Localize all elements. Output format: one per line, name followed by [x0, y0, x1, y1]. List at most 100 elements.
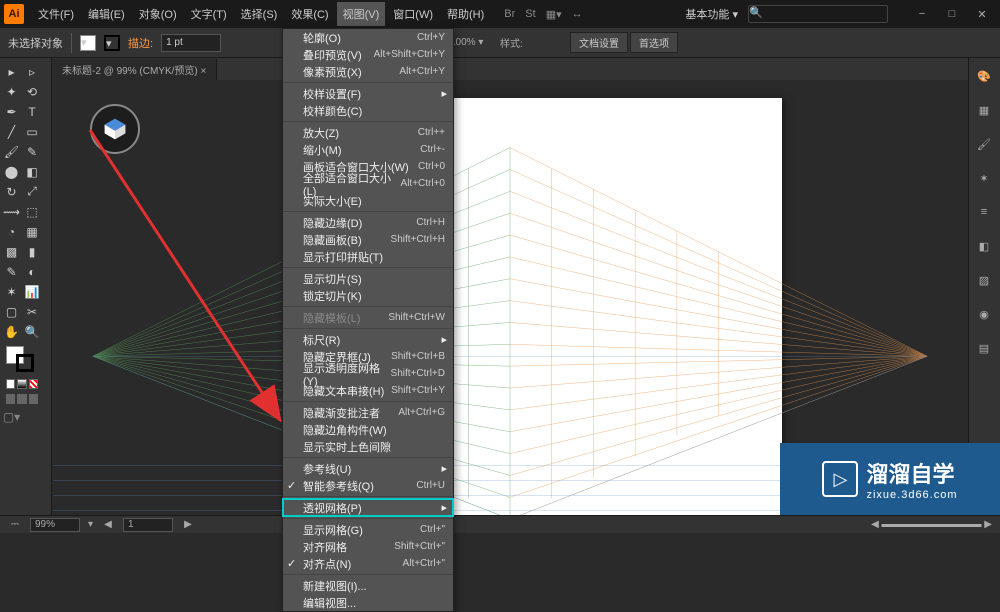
nav-next[interactable]: ▶ — [181, 518, 195, 532]
menu-type[interactable]: 文字(T) — [185, 2, 233, 26]
stock-icon[interactable]: St — [525, 8, 535, 21]
menu-item[interactable]: 隐藏文本串接(H)Shift+Ctrl+Y — [283, 382, 453, 399]
menu-item[interactable]: 像素预览(X)Alt+Ctrl+Y — [283, 63, 453, 80]
shape-builder-tool[interactable]: ◔ — [2, 222, 21, 241]
slice-tool[interactable]: ✂ — [23, 302, 42, 321]
menu-item[interactable]: 显示透明度网格(Y)Shift+Ctrl+D — [283, 365, 453, 382]
draw-normal[interactable] — [6, 394, 15, 404]
maximize-button[interactable]: □ — [938, 4, 966, 24]
nav-prev[interactable]: ◀ — [101, 518, 115, 532]
layers-panel-icon[interactable]: ▤ — [972, 336, 996, 360]
workspace-switcher[interactable]: 基本功能 ▾ — [685, 6, 738, 22]
perspective-grid-tool[interactable]: ▦ — [23, 222, 42, 241]
stroke-weight-input[interactable] — [161, 34, 221, 52]
menu-item[interactable]: 隐藏渐变批注者Alt+Ctrl+G — [283, 404, 453, 421]
pen-tool[interactable]: ✒ — [2, 102, 21, 121]
menu-object[interactable]: 对象(O) — [133, 2, 183, 26]
pencil-tool[interactable]: ✎ — [23, 142, 42, 161]
symbols-panel-icon[interactable]: ✶ — [972, 166, 996, 190]
menu-view[interactable]: 视图(V) — [337, 2, 386, 26]
menu-item[interactable]: 实际大小(E) — [283, 192, 453, 209]
fill-swatch[interactable]: ▾ — [80, 35, 96, 51]
opacity-input[interactable]: 100% ▾ — [450, 37, 483, 48]
doc-setup-button[interactable]: 文档设置 — [570, 32, 628, 53]
appearance-panel-icon[interactable]: ◉ — [972, 302, 996, 326]
menu-item[interactable]: 缩小(M)Ctrl+- — [283, 141, 453, 158]
hand-tool[interactable]: ✋ — [2, 322, 21, 341]
paintbrush-tool[interactable]: 🖌 — [2, 142, 21, 161]
line-tool[interactable]: ╱ — [2, 122, 21, 141]
menu-item[interactable]: ✓智能参考线(Q)Ctrl+U — [283, 477, 453, 494]
menu-item[interactable]: 校样颜色(C) — [283, 102, 453, 119]
swatches-panel-icon[interactable]: ▦ — [972, 98, 996, 122]
eraser-tool[interactable]: ◧ — [23, 162, 42, 181]
rectangle-tool[interactable]: ▭ — [23, 122, 42, 141]
rotate-tool[interactable]: ↻ — [2, 182, 21, 201]
menu-edit[interactable]: 编辑(E) — [82, 2, 131, 26]
draw-behind[interactable] — [17, 394, 26, 404]
free-transform-tool[interactable]: ⬚ — [23, 202, 42, 221]
document-tab[interactable]: 未标题-2 @ 99% (CMYK/预览) × — [52, 59, 217, 80]
menu-item[interactable]: 锁定切片(K) — [283, 287, 453, 304]
color-panel-icon[interactable]: 🎨 — [972, 64, 996, 88]
lasso-tool[interactable]: ⟲ — [23, 82, 42, 101]
bridge-icon[interactable]: Br — [504, 8, 515, 21]
perspective-plane-widget[interactable] — [90, 104, 140, 154]
arrange-icon[interactable]: ▦▾ — [546, 8, 562, 21]
menu-item[interactable]: 参考线(U)▸ — [283, 460, 453, 477]
type-tool[interactable]: T — [23, 102, 42, 121]
mesh-tool[interactable]: ▩ — [2, 242, 21, 261]
menu-item[interactable]: 隐藏画板(B)Shift+Ctrl+H — [283, 231, 453, 248]
minimize-button[interactable]: − — [908, 4, 936, 24]
symbol-tool[interactable]: ✶ — [2, 282, 21, 301]
transparency-panel-icon[interactable]: ▨ — [972, 268, 996, 292]
search-input[interactable]: 🔍 — [748, 5, 888, 23]
direct-selection-tool[interactable]: ▹ — [23, 62, 42, 81]
graph-tool[interactable]: 📊 — [23, 282, 42, 301]
none-mode[interactable] — [29, 379, 38, 389]
eyedropper-tool[interactable]: ✎ — [2, 262, 21, 281]
magic-wand-tool[interactable]: ✦ — [2, 82, 21, 101]
zoom-level[interactable]: 99% — [30, 518, 80, 532]
selection-tool[interactable]: ▸ — [2, 62, 21, 81]
menu-item[interactable]: 全部适合窗口大小(L)Alt+Ctrl+0 — [283, 175, 453, 192]
nav-first[interactable]: ⎓ — [8, 518, 22, 532]
menu-item[interactable]: 显示切片(S) — [283, 270, 453, 287]
menu-effect[interactable]: 效果(C) — [285, 2, 334, 26]
menu-window[interactable]: 窗口(W) — [387, 2, 439, 26]
menu-item[interactable]: 放大(Z)Ctrl++ — [283, 124, 453, 141]
gradient-tool[interactable]: ▮ — [23, 242, 42, 261]
gradient-mode[interactable] — [17, 379, 26, 389]
menu-item[interactable]: 新建视图(I)... — [283, 577, 453, 594]
menu-item[interactable]: ✓对齐点(N)Alt+Ctrl+" — [283, 555, 453, 572]
blend-tool[interactable]: ◐ — [23, 262, 42, 281]
menu-item[interactable]: 校样设置(F)▸ — [283, 85, 453, 102]
brushes-panel-icon[interactable]: 🖌 — [972, 132, 996, 156]
menu-file[interactable]: 文件(F) — [32, 2, 80, 26]
color-mode[interactable] — [6, 379, 15, 389]
width-tool[interactable]: ⟿ — [2, 202, 21, 221]
artboard-tool[interactable]: ▢ — [2, 302, 21, 321]
menu-item[interactable]: 对齐网格Shift+Ctrl+" — [283, 538, 453, 555]
screen-mode[interactable]: ▢▾ — [2, 407, 21, 426]
close-button[interactable]: ✕ — [968, 4, 996, 24]
menu-help[interactable]: 帮助(H) — [441, 2, 490, 26]
prefs-button[interactable]: 首选项 — [630, 32, 678, 53]
artboard-nav[interactable]: 1 — [123, 518, 173, 532]
menu-item[interactable]: 隐藏边缘(D)Ctrl+H — [283, 214, 453, 231]
align-icon[interactable]: ↔ — [572, 8, 583, 21]
zoom-tool[interactable]: 🔍 — [23, 322, 42, 341]
menu-item[interactable]: 叠印预览(V)Alt+Shift+Ctrl+Y — [283, 46, 453, 63]
menu-item[interactable]: 标尺(R)▸ — [283, 331, 453, 348]
menu-item[interactable]: 编辑视图... — [283, 594, 453, 611]
draw-inside[interactable] — [29, 394, 38, 404]
menu-item[interactable]: 显示网格(G)Ctrl+" — [283, 521, 453, 538]
menu-item[interactable]: 透视网格(P)▸ — [283, 499, 453, 516]
scale-tool[interactable]: ⤢ — [23, 182, 42, 201]
menu-item[interactable]: 显示实时上色间隙 — [283, 438, 453, 455]
menu-item[interactable]: 轮廓(O)Ctrl+Y — [283, 29, 453, 46]
stroke-panel-icon[interactable]: ≡ — [972, 200, 996, 224]
menu-item[interactable]: 显示打印拼贴(T) — [283, 248, 453, 265]
menu-select[interactable]: 选择(S) — [235, 2, 284, 26]
stroke-swatch[interactable]: ▾ — [104, 35, 120, 51]
